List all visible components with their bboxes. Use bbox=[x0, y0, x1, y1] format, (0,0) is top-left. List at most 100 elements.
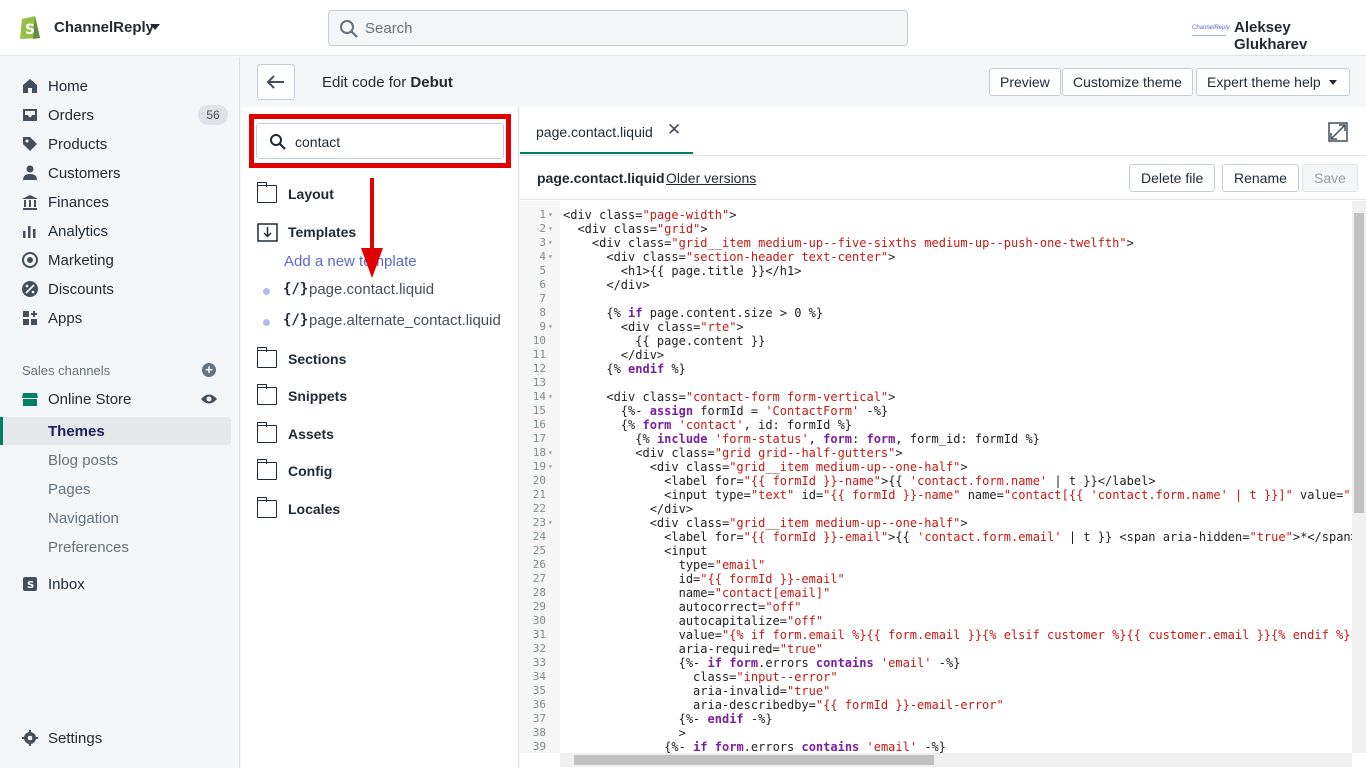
editor-tab[interactable]: page.contact.liquid ✕ bbox=[520, 107, 693, 154]
sidebar-item-navigation[interactable]: Navigation bbox=[48, 510, 119, 527]
fold-arrow-icon[interactable]: ▾ bbox=[548, 460, 553, 474]
folder-config[interactable]: Config bbox=[256, 459, 497, 484]
code-line[interactable]: 29 autocorrect="off" bbox=[520, 600, 1352, 614]
store-name[interactable]: ChannelReply bbox=[54, 19, 154, 36]
search-input[interactable]: Search bbox=[328, 10, 908, 46]
rename-button[interactable]: Rename bbox=[1222, 164, 1299, 192]
fold-arrow-icon[interactable]: ▾ bbox=[548, 250, 553, 264]
code-line[interactable]: 26 type="email" bbox=[520, 558, 1352, 572]
code-line[interactable]: 24 <label for="{{ formId }}-email">{{ 'c… bbox=[520, 530, 1352, 544]
code-line[interactable]: 14 ▾ <div class="contact-form form-vertic… bbox=[520, 390, 1352, 404]
code-line[interactable]: 5 <h1>{{ page.title }}</h1> bbox=[520, 264, 1352, 278]
sidebar-item-orders[interactable]: Orders 56 bbox=[0, 100, 240, 129]
delete-file-button[interactable]: Delete file bbox=[1129, 164, 1216, 192]
save-button[interactable]: Save bbox=[1302, 164, 1358, 192]
scrollbar-thumb[interactable] bbox=[574, 755, 934, 765]
line-number: 11 bbox=[532, 348, 546, 361]
add-channel-icon[interactable]: + bbox=[202, 363, 216, 377]
code-line[interactable]: 30 autocapitalize="off" bbox=[520, 614, 1352, 628]
add-new-template-link[interactable]: Add a new template bbox=[284, 253, 417, 270]
code-line[interactable]: 9 ▾ <div class="rte"> bbox=[520, 320, 1352, 334]
sidebar-item-pages[interactable]: Pages bbox=[48, 481, 91, 498]
code-line[interactable]: 21 <input type="text" id="{{ formId }}-n… bbox=[520, 488, 1352, 502]
line-number: 17 bbox=[532, 432, 546, 445]
code-line[interactable]: 3 ▾ <div class="grid__item medium-up--fiv… bbox=[520, 236, 1352, 250]
shopify-logo-icon[interactable]: S bbox=[18, 13, 42, 41]
code-line[interactable]: 35 aria-invalid="true" bbox=[520, 684, 1352, 698]
fold-arrow-icon[interactable]: ▾ bbox=[548, 516, 553, 530]
sidebar-item-customers[interactable]: Customers bbox=[0, 158, 240, 187]
code-line[interactable]: 12 {% endif %} bbox=[520, 362, 1352, 376]
folder-locales[interactable]: Locales bbox=[256, 497, 497, 522]
code-line[interactable]: 31 value="{% if form.email %}{{ form.ema… bbox=[520, 628, 1352, 642]
code-line[interactable]: 1 ▾ <div class="page-width"> bbox=[520, 208, 1352, 222]
sidebar-item-apps[interactable]: Apps bbox=[0, 303, 240, 332]
code-line[interactable]: 28 name="contact[email]" bbox=[520, 586, 1352, 600]
user-avatar[interactable]: ChannelReply bbox=[1192, 20, 1230, 36]
file-search-input[interactable]: contact bbox=[256, 123, 504, 159]
fold-arrow-icon[interactable]: ▾ bbox=[548, 390, 553, 404]
fold-arrow-icon[interactable]: ▾ bbox=[548, 208, 553, 222]
code-line[interactable]: 8 {% if page.content.size > 0 %} bbox=[520, 306, 1352, 320]
expert-theme-help-button[interactable]: Expert theme help bbox=[1196, 68, 1350, 96]
code-line[interactable]: 37 {%- endif -%} bbox=[520, 712, 1352, 726]
code-line[interactable]: 34 class="input--error" bbox=[520, 670, 1352, 684]
code-line[interactable]: 22 </div> bbox=[520, 502, 1352, 516]
sidebar-item-home[interactable]: Home bbox=[0, 71, 240, 100]
code-line[interactable]: 10 {{ page.content }} bbox=[520, 334, 1352, 348]
code-line[interactable]: 11 </div> bbox=[520, 348, 1352, 362]
folder-snippets[interactable]: Snippets bbox=[256, 384, 497, 409]
sidebar-item-blog-posts[interactable]: Blog posts bbox=[48, 452, 118, 469]
code-text: value="{% if form.email %}{{ form.email … bbox=[678, 628, 1352, 642]
code-line[interactable]: 18 ▾ <div class="grid grid--half-gutters"… bbox=[520, 446, 1352, 460]
code-line[interactable]: 19 ▾ <div class="grid__item medium-up--on… bbox=[520, 460, 1352, 474]
sidebar-item-products[interactable]: Products bbox=[0, 129, 240, 158]
code-text: > bbox=[563, 726, 686, 740]
vertical-scrollbar[interactable] bbox=[1352, 201, 1366, 753]
code-line[interactable]: 23 ▾ <div class="grid__item medium-up--on… bbox=[520, 516, 1352, 530]
back-button[interactable] bbox=[257, 64, 295, 100]
preview-button[interactable]: Preview bbox=[989, 68, 1061, 96]
sidebar-item-discounts[interactable]: Discounts bbox=[0, 274, 240, 303]
code-line[interactable]: 16 {% form 'contact', id: formId %} bbox=[520, 418, 1352, 432]
older-versions-link[interactable]: Older versions bbox=[666, 170, 756, 186]
code-line[interactable]: 39 {%- if form.errors contains 'email' -… bbox=[520, 740, 1352, 753]
chevron-down-icon[interactable] bbox=[150, 24, 160, 30]
code-line[interactable]: 2 ▾ <div class="grid"> bbox=[520, 222, 1352, 236]
eye-icon[interactable] bbox=[200, 393, 218, 405]
sidebar-item-finances[interactable]: Finances bbox=[0, 187, 240, 216]
code-line[interactable]: 20 <label for="{{ formId }}-name">{{ 'co… bbox=[520, 474, 1352, 488]
expand-icon[interactable] bbox=[1328, 122, 1348, 142]
code-line[interactable]: 6 </div> bbox=[520, 278, 1352, 292]
code-line[interactable]: 17 {% include 'form-status', form: form,… bbox=[520, 432, 1352, 446]
sidebar-item-themes[interactable]: Themes bbox=[0, 417, 231, 445]
code-line[interactable]: 33 {%- if form.errors contains 'email' -… bbox=[520, 656, 1352, 670]
fold-arrow-icon[interactable]: ▾ bbox=[548, 320, 553, 334]
sidebar-item-analytics[interactable]: Analytics bbox=[0, 216, 240, 245]
code-editor-panel: page.contact.liquid ✕ page.contact.liqui… bbox=[520, 107, 1366, 768]
code-line[interactable]: 38 > bbox=[520, 726, 1352, 740]
close-icon[interactable]: ✕ bbox=[667, 120, 681, 140]
folder-assets[interactable]: Assets bbox=[256, 422, 497, 447]
horizontal-scrollbar[interactable] bbox=[560, 753, 1352, 767]
customize-theme-button[interactable]: Customize theme bbox=[1062, 68, 1193, 96]
sidebar-item-inbox[interactable]: S Inbox bbox=[0, 569, 240, 598]
fold-arrow-icon[interactable]: ▾ bbox=[548, 222, 553, 236]
scrollbar-thumb[interactable] bbox=[1354, 213, 1364, 513]
code-line[interactable]: 27 id="{{ formId }}-email" bbox=[520, 572, 1352, 586]
folder-sections[interactable]: Sections bbox=[256, 347, 497, 372]
code-area[interactable]: 1 ▾ <div class="page-width"> 2 ▾ <div class=… bbox=[520, 201, 1352, 753]
code-line[interactable]: 13 bbox=[520, 376, 1352, 390]
code-line[interactable]: 4 ▾ <div class="section-header text-cente… bbox=[520, 250, 1352, 264]
code-line[interactable]: 36 aria-describedby="{{ formId }}-email-… bbox=[520, 698, 1352, 712]
fold-arrow-icon[interactable]: ▾ bbox=[548, 236, 553, 250]
code-line[interactable]: 15 {%- assign formId = 'ContactForm' -%} bbox=[520, 404, 1352, 418]
sidebar-item-marketing[interactable]: Marketing bbox=[0, 245, 240, 274]
sidebar-item-preferences[interactable]: Preferences bbox=[48, 539, 129, 556]
user-name[interactable]: Aleksey Glukharev bbox=[1234, 19, 1366, 53]
code-line[interactable]: 25 <input bbox=[520, 544, 1352, 558]
sidebar-item-settings[interactable]: Settings bbox=[0, 723, 240, 752]
fold-arrow-icon[interactable]: ▾ bbox=[548, 446, 553, 460]
code-line[interactable]: 32 aria-required="true" bbox=[520, 642, 1352, 656]
code-line[interactable]: 7 bbox=[520, 292, 1352, 306]
